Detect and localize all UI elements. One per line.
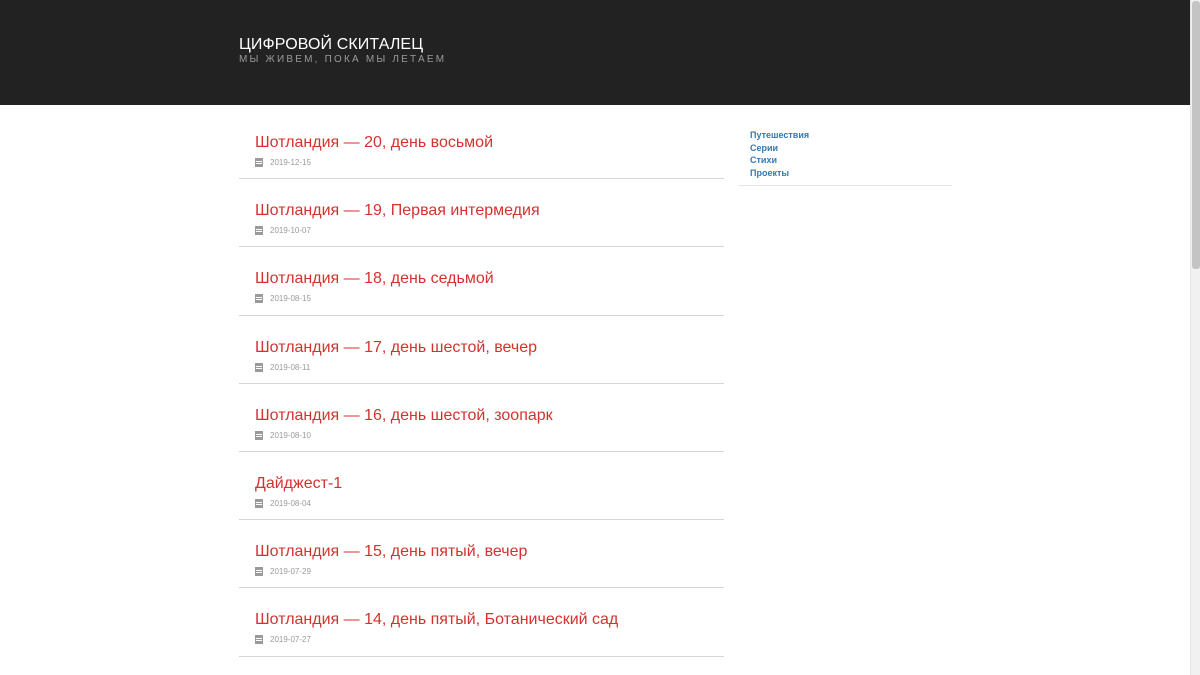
- category-link-travel[interactable]: Путешествия: [750, 130, 809, 140]
- calendar-icon: [255, 430, 263, 440]
- post-title-link[interactable]: Шотландия — 14, день пятый, Ботанический…: [255, 611, 618, 629]
- post-item: Дайджест-1 2019-08-04: [239, 452, 724, 521]
- post-date: 2019-08-04: [270, 498, 311, 508]
- site-title-link[interactable]: ЦИФРОВОЙ СКИТАЛЕЦ: [239, 36, 423, 54]
- post-item: Шотландия — 18, день седьмой 2019-08-15: [239, 247, 724, 316]
- category-item: Путешествия: [750, 128, 952, 141]
- category-item: Стихи: [750, 153, 952, 166]
- category-list: Путешествия Серии Стихи Проекты: [738, 128, 952, 178]
- category-sidebar: Путешествия Серии Стихи Проекты: [738, 128, 952, 186]
- post-meta: 2019-12-15: [255, 158, 311, 167]
- post-title-link[interactable]: Дайджест-1: [255, 475, 342, 493]
- post-title-link[interactable]: Шотландия — 18, день седьмой: [255, 270, 494, 288]
- post-list: Шотландия — 20, день восьмой 2019-12-15 …: [239, 111, 724, 657]
- vertical-scrollbar[interactable]: [1190, 0, 1200, 675]
- post-item: Шотландия — 19, Первая интермедия 2019-1…: [239, 179, 724, 248]
- category-item: Серии: [750, 141, 952, 154]
- site-header: ЦИФРОВОЙ СКИТАЛЕЦ МЫ ЖИВЕМ, ПОКА МЫ ЛЕТА…: [0, 0, 1190, 105]
- post-title-link[interactable]: Шотландия — 20, день восьмой: [255, 134, 493, 152]
- post-date: 2019-08-11: [270, 362, 311, 372]
- post-date: 2019-10-07: [270, 226, 311, 236]
- category-link-poems[interactable]: Стихи: [750, 155, 777, 165]
- calendar-icon: [255, 362, 263, 372]
- post-meta: 2019-10-07: [255, 226, 311, 236]
- calendar-icon: [255, 226, 263, 236]
- post-meta: 2019-07-27: [255, 635, 311, 645]
- post-title-link[interactable]: Шотландия — 16, день шестой, зоопарк: [255, 407, 553, 425]
- post-date: 2019-08-15: [270, 294, 311, 304]
- calendar-icon: [255, 498, 263, 508]
- post-item: Шотландия — 16, день шестой, зоопарк 201…: [239, 384, 724, 452]
- post-item: Шотландия — 14, день пятый, Ботанический…: [239, 588, 724, 657]
- post-title-link[interactable]: Шотландия — 15, день пятый, вечер: [255, 543, 527, 561]
- post-meta: 2019-08-11: [255, 362, 311, 372]
- calendar-icon: [255, 158, 263, 167]
- post-meta: 2019-07-29: [255, 567, 311, 577]
- scrollbar-thumb[interactable]: [1192, 1, 1200, 269]
- calendar-icon: [255, 294, 263, 304]
- category-link-projects[interactable]: Проекты: [750, 168, 789, 178]
- post-meta: 2019-08-10: [255, 430, 311, 440]
- post-date: 2019-07-29: [270, 567, 311, 577]
- post-meta: 2019-08-15: [255, 294, 311, 304]
- post-date: 2019-12-15: [270, 158, 311, 167]
- post-date: 2019-07-27: [270, 635, 311, 645]
- page: ЦИФРОВОЙ СКИТАЛЕЦ МЫ ЖИВЕМ, ПОКА МЫ ЛЕТА…: [0, 0, 1200, 675]
- post-item: Шотландия — 20, день восьмой 2019-12-15: [239, 111, 724, 180]
- site-tagline: МЫ ЖИВЕМ, ПОКА МЫ ЛЕТАЕМ: [239, 54, 447, 65]
- post-title-link[interactable]: Шотландия — 17, день шестой, вечер: [255, 339, 537, 357]
- category-item: Проекты: [750, 166, 952, 179]
- post-item: Шотландия — 15, день пятый, вечер 2019-0…: [239, 520, 724, 589]
- post-meta: 2019-08-04: [255, 498, 311, 508]
- post-item: Шотландия — 17, день шестой, вечер 2019-…: [239, 316, 724, 384]
- post-title-link[interactable]: Шотландия — 19, Первая интермедия: [255, 202, 540, 220]
- calendar-icon: [255, 567, 263, 577]
- category-link-series[interactable]: Серии: [750, 143, 778, 153]
- post-date: 2019-08-10: [270, 430, 311, 440]
- calendar-icon: [255, 635, 263, 645]
